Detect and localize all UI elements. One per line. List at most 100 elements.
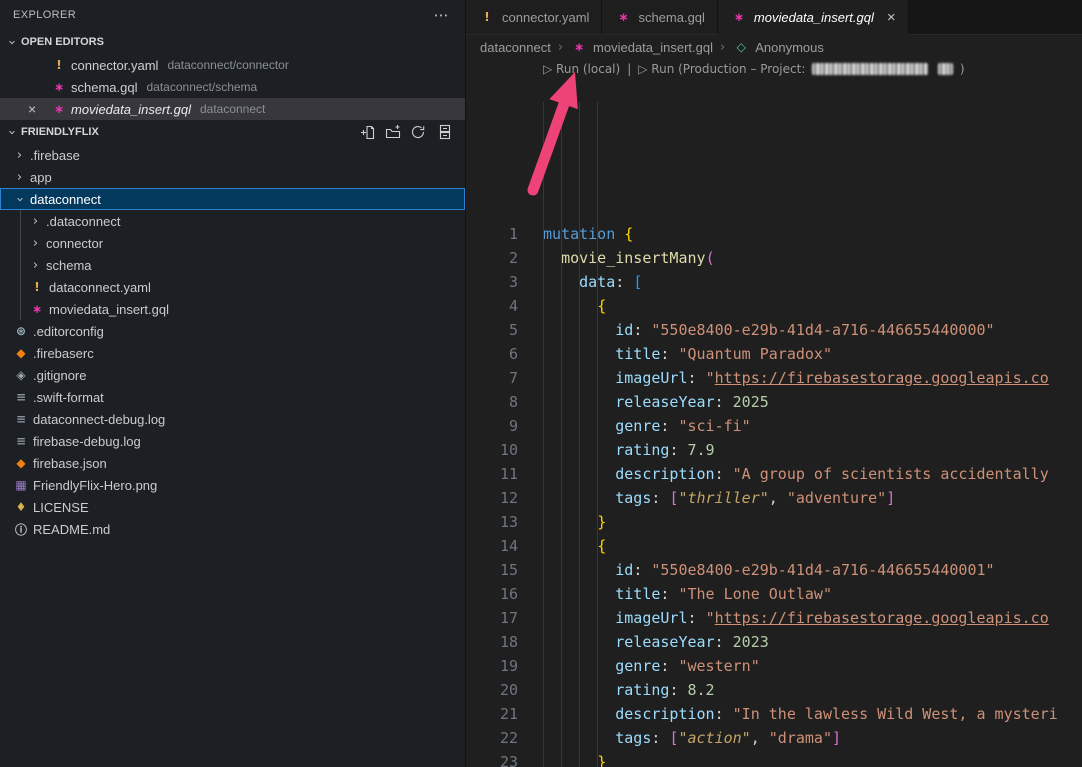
tab-schema.gql[interactable]: ∗schema.gql bbox=[602, 0, 717, 34]
chevron-right-icon: › bbox=[28, 236, 43, 251]
new-folder-button[interactable] bbox=[385, 124, 401, 140]
tab-label: moviedata_insert.gql bbox=[754, 10, 874, 25]
close-icon[interactable]: × bbox=[887, 9, 896, 26]
breadcrumb-item-dataconnect[interactable]: dataconnect bbox=[480, 40, 551, 55]
tab-moviedata_insert.gql[interactable]: ∗moviedata_insert.gql× bbox=[718, 0, 909, 34]
tab-bar: !connector.yaml∗schema.gql∗moviedata_ins… bbox=[466, 0, 1082, 35]
code-line: 6 title: "Quantum Paradox" bbox=[466, 342, 1082, 366]
editor-group: ! connector.yaml ∗schema.gql ∗moviedata_ins… bbox=[466, 0, 1082, 767]
indent-guide bbox=[579, 102, 580, 767]
graphql-icon: ∗ bbox=[50, 80, 68, 94]
open-editor-moviedata_insert.gql[interactable]: ×∗moviedata_insert.gqldataconnect bbox=[0, 98, 465, 120]
tree-item-label: connector bbox=[46, 236, 103, 251]
tree-item-moviedata_insert.gql[interactable]: ∗moviedata_insert.gql bbox=[0, 298, 465, 320]
tree-item-dataconnect[interactable]: ›dataconnect bbox=[0, 188, 465, 210]
code-line: 11 description: "A group of scientists a… bbox=[466, 462, 1082, 486]
yaml-warning-icon: ! bbox=[478, 10, 496, 24]
tree-item-.editorconfig[interactable]: ⊛.editorconfig bbox=[0, 320, 465, 342]
yaml-warning-icon: ! bbox=[50, 58, 68, 72]
close-icon[interactable]: × bbox=[28, 101, 50, 117]
tree-item-firebase.json[interactable]: ◆firebase.json bbox=[0, 452, 465, 474]
codelens-divider: | bbox=[627, 62, 631, 76]
code-line: 1mutation { bbox=[466, 222, 1082, 246]
chevron-down-icon: › bbox=[4, 35, 19, 50]
line-number: 11 bbox=[466, 462, 518, 486]
tree-item-.dataconnect[interactable]: ›.dataconnect bbox=[0, 210, 465, 232]
line-number: 10 bbox=[466, 438, 518, 462]
run-production-close-paren: ) bbox=[960, 62, 965, 76]
tree-item-LICENSE[interactable]: ♦LICENSE bbox=[0, 496, 465, 518]
open-editor-schema.gql[interactable]: ∗schema.gqldataconnect/schema bbox=[0, 76, 465, 98]
breadcrumb-label: Anonymous bbox=[755, 40, 824, 55]
run-production-link[interactable]: ▷ Run (Production – Project: ) bbox=[638, 62, 964, 76]
indent-guide bbox=[543, 102, 544, 767]
tree-item-label: README.md bbox=[33, 522, 110, 537]
code-line: 14 { bbox=[466, 534, 1082, 558]
breadcrumb-separator: › bbox=[558, 40, 563, 55]
tree-item-.firebaserc[interactable]: ◆.firebaserc bbox=[0, 342, 465, 364]
line-number: 8 bbox=[466, 390, 518, 414]
file-name: schema.gql bbox=[71, 80, 137, 95]
tree-item-app[interactable]: ›app bbox=[0, 166, 465, 188]
workspace-header[interactable]: › FRIENDLYFLIX bbox=[0, 120, 465, 144]
open-editor-connector.yaml[interactable]: !connector.yaml dataconnect/connector bbox=[0, 54, 465, 76]
doc-icon: ≡ bbox=[12, 434, 30, 448]
tree-item-.firebase[interactable]: ›.firebase bbox=[0, 144, 465, 166]
redacted-project-suffix bbox=[938, 63, 953, 75]
line-number: 6 bbox=[466, 342, 518, 366]
tree-item-label: LICENSE bbox=[33, 500, 89, 515]
code-line: 20 rating: 8.2 bbox=[466, 678, 1082, 702]
collapse-all-button[interactable] bbox=[435, 124, 451, 140]
tree-item-dataconnect.yaml[interactable]: !dataconnect.yaml bbox=[0, 276, 465, 298]
tree-item-connector[interactable]: ›connector bbox=[0, 232, 465, 254]
line-number: 7 bbox=[466, 366, 518, 390]
code-line: 4 { bbox=[466, 294, 1082, 318]
git-icon: ◈ bbox=[12, 368, 30, 382]
run-local-link[interactable]: ▷ Run (local) bbox=[543, 62, 620, 76]
open-editors-header[interactable]: › OPEN EDITORS bbox=[0, 30, 465, 54]
breadcrumb-item-Anonymous[interactable]: ◇Anonymous bbox=[732, 40, 824, 55]
tree-item-FriendlyFlix-Hero.png[interactable]: ▦FriendlyFlix-Hero.png bbox=[0, 474, 465, 496]
refresh-button[interactable] bbox=[410, 124, 426, 140]
workspace-label: FRIENDLYFLIX bbox=[21, 126, 99, 138]
indent-guide bbox=[561, 102, 562, 767]
code-line: 8 releaseYear: 2025 bbox=[466, 390, 1082, 414]
line-number: 1 bbox=[466, 222, 518, 246]
yaml-warning-icon: ! bbox=[28, 280, 46, 294]
code-line: 22 tags: ["action", "drama"] bbox=[466, 726, 1082, 750]
tree-item-label: .editorconfig bbox=[33, 324, 104, 339]
file-name: connector.yaml bbox=[71, 58, 158, 73]
tree-item-label: .dataconnect bbox=[46, 214, 120, 229]
tree-item-label: schema bbox=[46, 258, 92, 273]
file-path: dataconnect/connector bbox=[167, 58, 288, 72]
tab-connector.yaml[interactable]: ! connector.yaml bbox=[466, 0, 602, 34]
redacted-project-id bbox=[812, 63, 928, 75]
code-line: 13 } bbox=[466, 510, 1082, 534]
tree-item-label: .firebase bbox=[30, 148, 80, 163]
graphql-icon: ∗ bbox=[50, 102, 68, 116]
chevron-right-icon: › bbox=[12, 148, 27, 163]
explorer-title: EXPLORER bbox=[13, 9, 76, 21]
line-number: 17 bbox=[466, 606, 518, 630]
file-name: moviedata_insert.gql bbox=[71, 102, 191, 117]
tree-item-README.md[interactable]: ⓘREADME.md bbox=[0, 518, 465, 540]
tree-item-label: .firebaserc bbox=[33, 346, 94, 361]
explorer-sidebar: EXPLORER ⋯ › OPEN EDITORS !connector.yam… bbox=[0, 0, 466, 767]
line-number: 23 bbox=[466, 750, 518, 767]
tree-item-dataconnect-debug.log[interactable]: ≡dataconnect-debug.log bbox=[0, 408, 465, 430]
tree-item-schema[interactable]: ›schema bbox=[0, 254, 465, 276]
new-file-button[interactable] bbox=[360, 124, 376, 140]
code-line: 9 genre: "sci-fi" bbox=[466, 414, 1082, 438]
code-editor[interactable]: 1mutation {2 movie_insertMany(3 data: [4… bbox=[466, 78, 1082, 767]
tree-item-.swift-format[interactable]: ≡.swift-format bbox=[0, 386, 465, 408]
code-line: 5 id: "550e8400-e29b-41d4-a716-446655440… bbox=[466, 318, 1082, 342]
code-line: 23 } bbox=[466, 750, 1082, 767]
tab-label: connector.yaml bbox=[502, 10, 589, 25]
tree-item-.gitignore[interactable]: ◈.gitignore bbox=[0, 364, 465, 386]
tree-item-label: FriendlyFlix-Hero.png bbox=[33, 478, 157, 493]
more-actions-icon[interactable]: ⋯ bbox=[434, 6, 449, 24]
breadcrumb-item-moviedata_insert.gql[interactable]: ∗moviedata_insert.gql bbox=[570, 40, 713, 55]
line-number: 15 bbox=[466, 558, 518, 582]
tree-item-firebase-debug.log[interactable]: ≡firebase-debug.log bbox=[0, 430, 465, 452]
gear-icon: ⊛ bbox=[12, 324, 30, 338]
